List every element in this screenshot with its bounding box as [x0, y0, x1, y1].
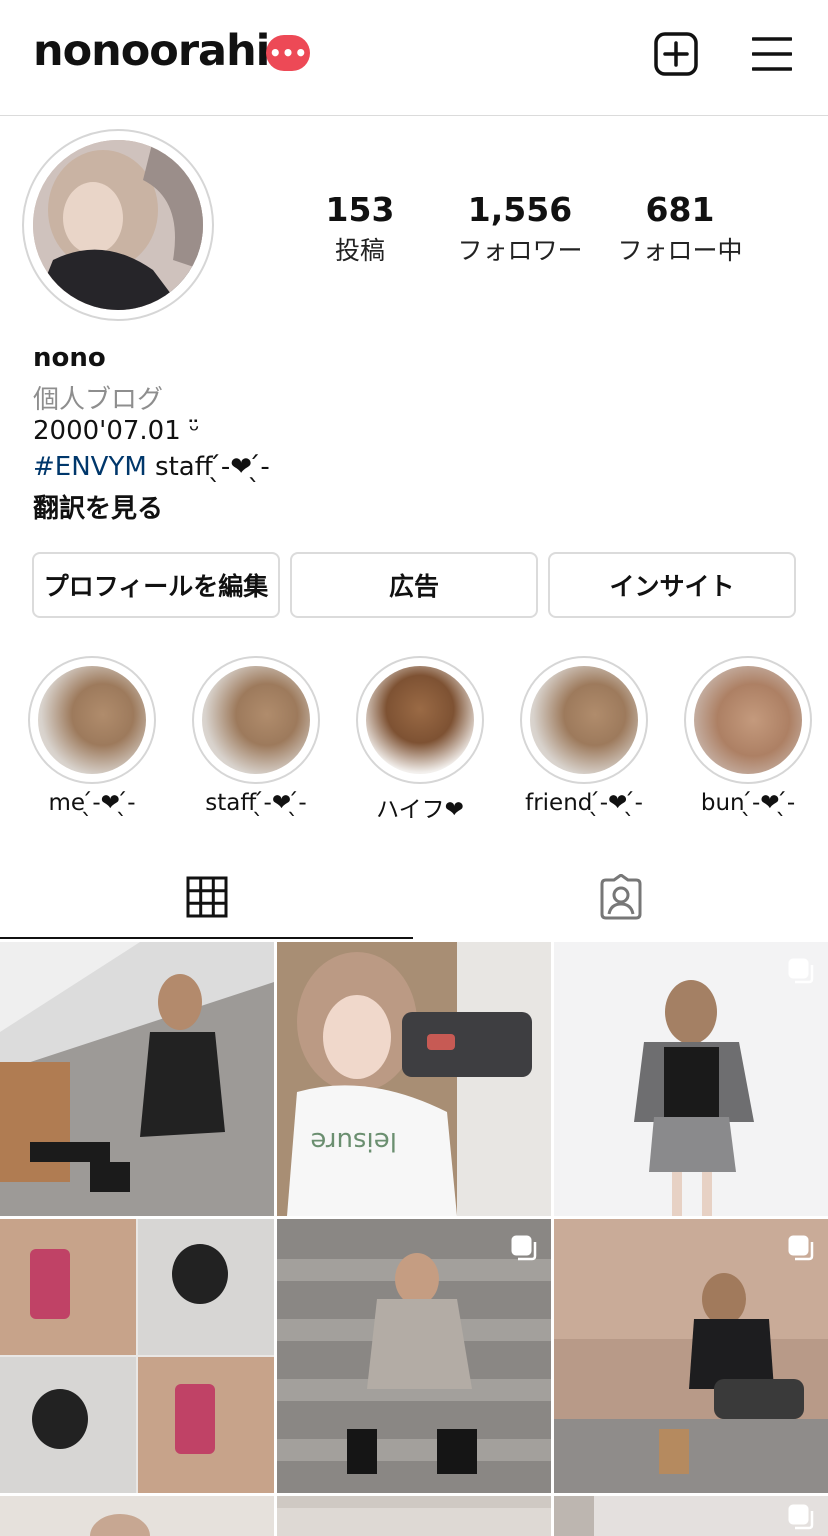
- highlight-me[interactable]: me ̖́-❤︎ ̖́-: [28, 656, 156, 816]
- menu-icon[interactable]: [751, 36, 793, 76]
- highlight-friend[interactable]: friend ̖́-❤︎ ̖́-: [520, 656, 648, 816]
- highlight-cover: [684, 656, 812, 784]
- ads-button[interactable]: 広告: [290, 552, 538, 618]
- avatar-image: [33, 140, 203, 310]
- profile-tabs: [0, 850, 828, 942]
- following-label: フォロー中: [617, 236, 743, 265]
- multi-photo-icon: [511, 1235, 537, 1261]
- see-translation-link[interactable]: 翻訳を見る: [33, 488, 163, 525]
- post-thumbnail[interactable]: [0, 942, 274, 1216]
- highlight-label: ハイフ❤︎: [376, 797, 464, 823]
- multi-photo-icon: [788, 1504, 814, 1530]
- followers-label: フォロワー: [457, 236, 583, 265]
- active-tab-indicator: [0, 937, 413, 939]
- post-thumbnail[interactable]: [277, 1219, 551, 1493]
- profile-username[interactable]: nonoorahi: [33, 26, 270, 76]
- highlight-haifu[interactable]: ハイフ❤︎: [356, 656, 484, 824]
- post-thumbnail[interactable]: [554, 1496, 828, 1536]
- profile-avatar[interactable]: [22, 129, 214, 321]
- post-thumbnail[interactable]: leisure: [277, 942, 551, 1216]
- grid-icon[interactable]: [186, 876, 228, 922]
- followers-count[interactable]: 1,556 フォロワー: [430, 190, 610, 267]
- svg-text:leisure: leisure: [310, 1126, 397, 1156]
- edit-profile-button[interactable]: プロフィールを編集: [32, 552, 280, 618]
- following-number: 681: [645, 190, 715, 229]
- multi-photo-icon: [788, 1235, 814, 1261]
- highlight-label: me ̖́-❤︎ ̖́-: [48, 790, 136, 816]
- highlight-staff[interactable]: staff ̖́-❤︎ ̖́-: [192, 656, 320, 816]
- highlight-cover: [356, 656, 484, 784]
- highlight-cover: [520, 656, 648, 784]
- post-thumbnail[interactable]: [554, 1219, 828, 1493]
- bio-tagline: #ENVYM staff ̖́-❤︎ ̖́-: [33, 452, 270, 482]
- display-name: nono: [33, 343, 106, 373]
- highlight-cover: [28, 656, 156, 784]
- following-count[interactable]: 681 フォロー中: [590, 190, 770, 267]
- posts-number: 153: [325, 190, 395, 229]
- multi-photo-icon: [788, 958, 814, 984]
- post-thumbnail[interactable]: [0, 1219, 274, 1493]
- posts-label: 投稿: [334, 236, 385, 265]
- post-thumbnail[interactable]: [554, 942, 828, 1216]
- posts-count[interactable]: 153 投稿: [270, 190, 450, 267]
- bio-tagline-text: staff ̖́-❤︎ ̖́-: [146, 452, 270, 482]
- followers-number: 1,556: [467, 190, 573, 229]
- post-thumbnail[interactable]: [0, 1496, 274, 1536]
- highlight-label: bun ̖́-❤︎ ̖́-: [700, 790, 796, 816]
- notification-badge[interactable]: •••: [266, 35, 310, 71]
- highlight-label: friend ̖́-❤︎ ̖́-: [525, 790, 643, 816]
- insights-button[interactable]: インサイト: [548, 552, 796, 618]
- highlight-cover: [192, 656, 320, 784]
- post-thumbnail[interactable]: [277, 1496, 551, 1536]
- tagged-icon[interactable]: [598, 873, 644, 924]
- top-bar: nonoorahi •••: [0, 0, 828, 116]
- new-post-icon[interactable]: [654, 32, 698, 80]
- bio-birthdate: 2000'07.01 ᵕ̈: [33, 416, 200, 446]
- highlight-bun[interactable]: bun ̖́-❤︎ ̖́-: [684, 656, 812, 816]
- highlight-label: staff ̖́-❤︎ ̖́-: [205, 790, 307, 816]
- profile-category: 個人ブログ: [33, 385, 164, 415]
- bio-hashtag-link[interactable]: #ENVYM: [33, 452, 147, 482]
